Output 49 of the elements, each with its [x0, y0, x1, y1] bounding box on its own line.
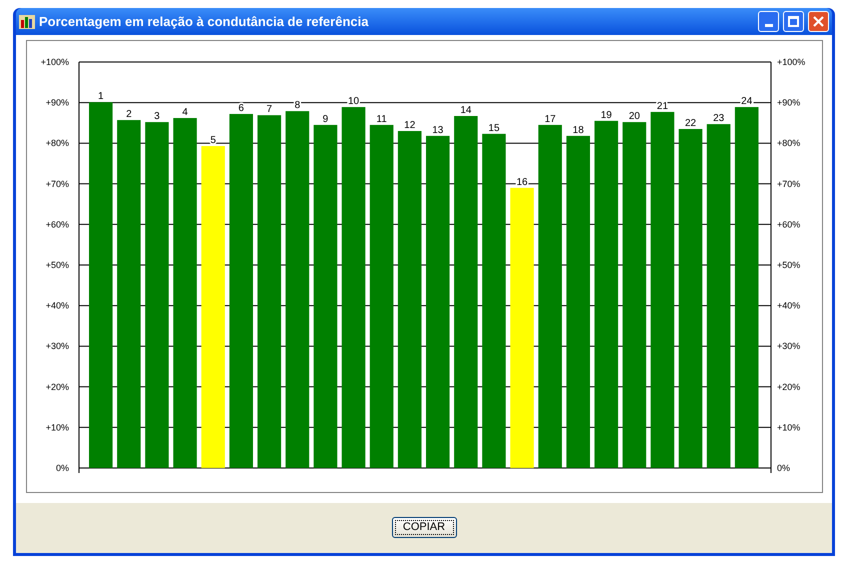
axis-label: +80%	[777, 138, 800, 148]
bar-label: 14	[460, 105, 472, 116]
bar-label: 2	[126, 109, 132, 120]
app-icon	[19, 14, 35, 30]
bar-label: 19	[600, 110, 612, 121]
bar-label: 15	[488, 122, 500, 134]
axis-label: +40%	[46, 300, 69, 311]
minimize-button[interactable]	[758, 11, 779, 32]
bar-label: 22	[684, 118, 696, 129]
close-icon	[813, 16, 824, 27]
axis-label: +100%	[777, 57, 806, 67]
bar-label: 18	[572, 124, 584, 136]
axis-label: +60%	[46, 219, 69, 230]
bar-label: 9	[322, 114, 328, 125]
axis-label: +80%	[46, 138, 69, 148]
axis-label: +70%	[777, 178, 800, 189]
axis-label: 0%	[56, 463, 69, 473]
bar-label: 3	[154, 111, 160, 122]
axis-label: +90%	[777, 98, 800, 108]
axis-label: +30%	[777, 341, 800, 352]
axis-label: +20%	[777, 382, 800, 392]
bar-label: 11	[376, 114, 387, 125]
close-button[interactable]	[808, 11, 829, 32]
bar-label: 17	[544, 114, 556, 125]
bar-label: 4	[182, 107, 188, 118]
axis-label: +100%	[40, 57, 69, 67]
axis-label: +30%	[46, 341, 69, 352]
axis-label: +10%	[777, 422, 800, 432]
axis-label: +50%	[46, 260, 69, 270]
axis-label: +50%	[777, 260, 800, 270]
axis-label: +20%	[46, 382, 69, 392]
axis-label: 0%	[777, 463, 790, 473]
copy-button[interactable]: COPIAR	[392, 517, 456, 538]
bar-label: 1	[98, 91, 104, 102]
bar-label: 7	[266, 104, 272, 116]
bar-label: 21	[656, 100, 668, 112]
bar-label: 6	[238, 102, 244, 114]
axis-label: +60%	[777, 219, 800, 230]
maximize-button[interactable]	[783, 11, 804, 32]
bar-label: 20	[628, 111, 640, 122]
axis-label: +70%	[46, 178, 69, 189]
bar-label: 12	[404, 120, 416, 132]
axis-label: +10%	[46, 422, 69, 432]
bar-label: 23	[713, 113, 724, 124]
bar-label: 13	[432, 124, 444, 136]
window-title: Porcentagem em relação à condutância de referência	[39, 12, 370, 31]
axis-label: +90%	[46, 98, 69, 108]
bar-label: 8	[294, 100, 300, 112]
axis-label: +40%	[777, 300, 800, 311]
